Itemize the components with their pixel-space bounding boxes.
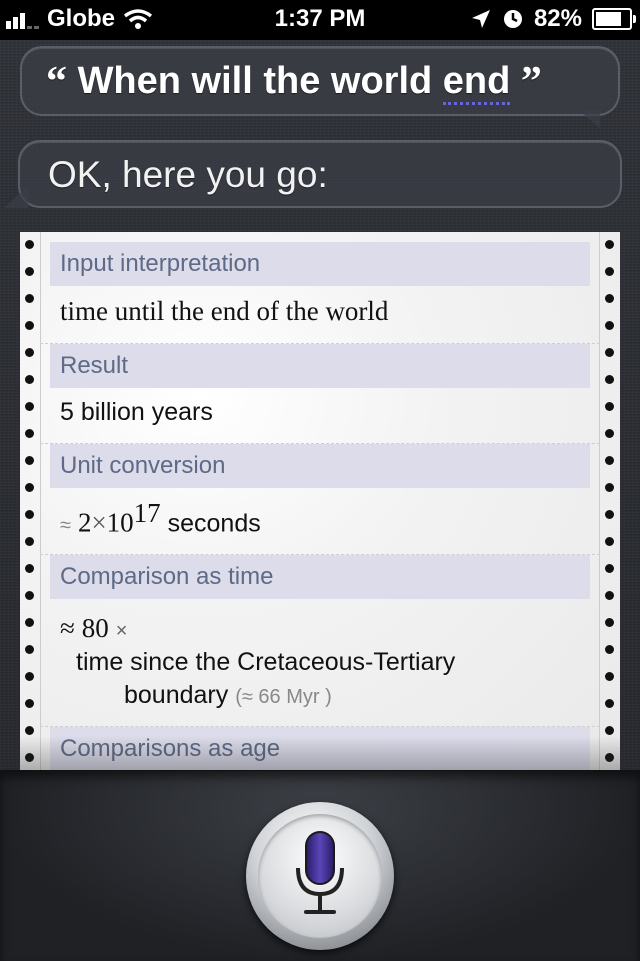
sprocket-hole — [605, 483, 614, 492]
sprocket-hole — [25, 294, 34, 303]
microphone-icon — [296, 831, 344, 914]
sprocket-hole — [25, 321, 34, 330]
status-right: 82% — [460, 5, 636, 33]
user-query-text: “ When will the world end ” — [46, 58, 542, 106]
query-main: When will the world — [77, 60, 443, 102]
pod-title: Unit conversion — [50, 444, 590, 488]
comparison-line-2-text: boundary — [124, 681, 229, 710]
comparison-note: (≈ 66 Myr ) — [235, 686, 332, 709]
sprocket-hole — [25, 375, 34, 384]
user-query-bubble[interactable]: “ When will the world end ” — [20, 46, 620, 128]
sprocket-hole — [25, 510, 34, 519]
sprocket-hole — [605, 402, 614, 411]
pod-comparison-as-time: Comparison as time ≈ 80 × time since the… — [50, 555, 590, 726]
sprocket-hole — [605, 321, 614, 330]
sprocket-hole — [605, 294, 614, 303]
pod-input-interpretation: Input interpretation time until the end … — [50, 242, 590, 343]
sprocket-hole — [25, 564, 34, 573]
sprocket-hole — [605, 375, 614, 384]
factor: 80 — [81, 613, 109, 644]
times-symbol: × — [115, 620, 128, 643]
battery-percent: 82% — [533, 5, 582, 32]
card-edge-holes-left — [20, 232, 41, 772]
sprocket-hole — [25, 618, 34, 627]
sprocket-hole — [25, 267, 34, 276]
sprocket-hole — [605, 726, 614, 735]
sprocket-hole — [605, 537, 614, 546]
siri-reply-text: OK, here you go: — [48, 154, 328, 195]
exponent: 17 — [133, 498, 161, 528]
pod-title: Comparison as time — [50, 555, 590, 600]
bubble-tail — [4, 186, 28, 208]
sprocket-hole — [605, 429, 614, 438]
query-underlined-word[interactable]: end — [442, 60, 511, 105]
mic-button-face — [258, 814, 382, 938]
sprocket-hole — [605, 240, 614, 249]
pod-result: Result 5 billion years — [50, 344, 590, 443]
pod-body: time until the end of the world — [60, 296, 389, 326]
sprocket-hole — [25, 429, 34, 438]
sprocket-hole — [605, 699, 614, 708]
bubble-tail — [578, 110, 600, 128]
sprocket-hole — [25, 348, 34, 357]
pod-unit-conversion: Unit conversion ≈ 2×1017 seconds — [50, 444, 590, 554]
comparison-factor-line: ≈ 80 × — [60, 613, 580, 644]
pod-title: Result — [50, 344, 590, 388]
mantissa: 2 — [77, 507, 92, 538]
base: 10 — [106, 507, 134, 538]
result-pods: Input interpretation time until the end … — [40, 242, 600, 772]
sprocket-hole — [605, 267, 614, 276]
card-edge-holes-right — [599, 232, 620, 772]
sprocket-hole — [605, 672, 614, 681]
sprocket-hole — [25, 672, 34, 681]
sprocket-hole — [605, 564, 614, 573]
siri-reply-bubble: OK, here you go: — [4, 140, 622, 208]
sprocket-hole — [605, 591, 614, 600]
sprocket-hole — [25, 456, 34, 465]
sprocket-hole — [25, 483, 34, 492]
sprocket-hole — [25, 402, 34, 411]
comparison-line-1: time since the Cretaceous-Tertiary — [76, 648, 456, 677]
sprocket-hole — [605, 618, 614, 627]
sprocket-hole — [25, 726, 34, 735]
sprocket-hole — [25, 699, 34, 708]
comparison-line-2: boundary (≈ 66 Myr ) — [60, 681, 580, 710]
wolfram-result-card[interactable]: Input interpretation time until the end … — [20, 232, 620, 772]
unit: seconds — [167, 509, 261, 538]
pod-body: 5 billion years — [60, 398, 213, 426]
location-arrow-icon — [471, 10, 490, 28]
siri-mic-button[interactable] — [246, 802, 394, 950]
battery-icon — [592, 8, 636, 30]
approx-symbol: ≈ — [60, 613, 75, 644]
sprocket-hole — [25, 591, 34, 600]
open-quote: “ — [46, 59, 67, 105]
close-quote: ” — [520, 59, 542, 105]
sprocket-hole — [605, 645, 614, 654]
sprocket-hole — [25, 537, 34, 546]
card-fade — [20, 736, 620, 772]
sprocket-hole — [25, 240, 34, 249]
sprocket-hole — [605, 456, 614, 465]
pod-body: ≈ 80 × time since the Cretaceous-Tertiar… — [50, 599, 590, 726]
times-symbol: × — [91, 507, 107, 538]
status-bar: Globe 1:37 PM 82% — [0, 0, 640, 40]
clock-icon — [503, 10, 522, 28]
sprocket-hole — [25, 645, 34, 654]
pod-body: ≈ 2×1017 seconds — [50, 488, 590, 554]
approx-symbol: ≈ — [60, 514, 71, 537]
sprocket-hole — [605, 510, 614, 519]
sprocket-hole — [605, 348, 614, 357]
pod-title: Input interpretation — [50, 242, 590, 286]
battery-fill — [596, 12, 621, 26]
